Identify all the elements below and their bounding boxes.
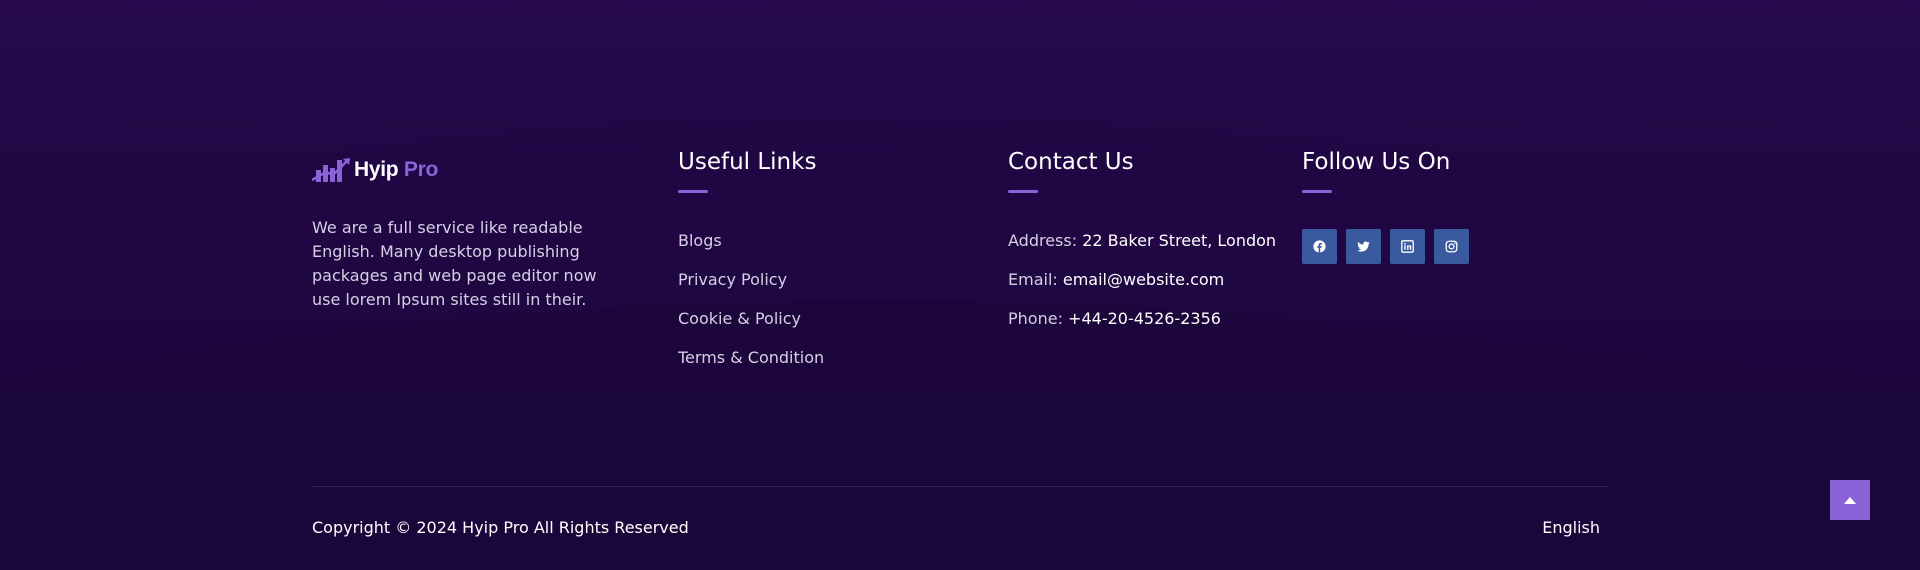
- email-value[interactable]: email@website.com: [1063, 270, 1224, 289]
- contact-phone: Phone: +44-20-4526-2356: [1008, 307, 1276, 346]
- link-terms-condition[interactable]: Terms & Condition: [678, 346, 824, 385]
- contact-underline: [1008, 190, 1038, 193]
- linkedin-button[interactable]: [1390, 229, 1425, 264]
- follow-underline: [1302, 190, 1332, 193]
- address-label: Address:: [1008, 231, 1078, 250]
- link-blogs[interactable]: Blogs: [678, 229, 824, 268]
- brand-name: Hyip Pro: [354, 158, 438, 182]
- twitter-button[interactable]: [1346, 229, 1381, 264]
- useful-links-title: Useful Links: [678, 149, 817, 175]
- copyright-text: Copyright © 2024 Hyip Pro All Rights Res…: [312, 518, 689, 537]
- twitter-icon: [1357, 241, 1370, 252]
- link-cookie-policy[interactable]: Cookie & Policy: [678, 307, 824, 346]
- brand-name-main: Hyip: [354, 158, 399, 181]
- chart-bars-arrow-icon: [312, 158, 350, 182]
- caret-up-icon: [1844, 497, 1856, 504]
- about-text: We are a full service like readable Engl…: [312, 218, 597, 309]
- contact-email: Email: email@website.com: [1008, 268, 1276, 307]
- brand-logo[interactable]: Hyip Pro: [312, 154, 438, 186]
- linkedin-icon: [1401, 240, 1414, 253]
- footer-divider: [312, 486, 1608, 487]
- email-label: Email:: [1008, 270, 1058, 289]
- contact-address: Address: 22 Baker Street, London: [1008, 229, 1276, 268]
- useful-links-list: Blogs Privacy Policy Cookie & Policy Ter…: [678, 229, 824, 385]
- address-value: 22 Baker Street, London: [1082, 231, 1277, 250]
- instagram-button[interactable]: [1434, 229, 1469, 264]
- useful-links-underline: [678, 190, 708, 193]
- phone-value[interactable]: +44-20-4526-2356: [1068, 309, 1221, 328]
- contact-info: Address: 22 Baker Street, London Email: …: [1008, 229, 1276, 346]
- facebook-icon: [1313, 240, 1326, 253]
- brand-name-accent: Pro: [403, 158, 438, 181]
- facebook-button[interactable]: [1302, 229, 1337, 264]
- instagram-icon: [1445, 240, 1458, 253]
- site-footer: Hyip Pro We are a full service like read…: [0, 0, 1920, 570]
- phone-label: Phone:: [1008, 309, 1063, 328]
- link-privacy-policy[interactable]: Privacy Policy: [678, 268, 824, 307]
- scroll-to-top-button[interactable]: [1830, 480, 1870, 520]
- contact-title: Contact Us: [1008, 149, 1134, 175]
- language-selector[interactable]: English: [1542, 517, 1600, 539]
- follow-title: Follow Us On: [1302, 149, 1451, 175]
- social-links: [1302, 229, 1469, 264]
